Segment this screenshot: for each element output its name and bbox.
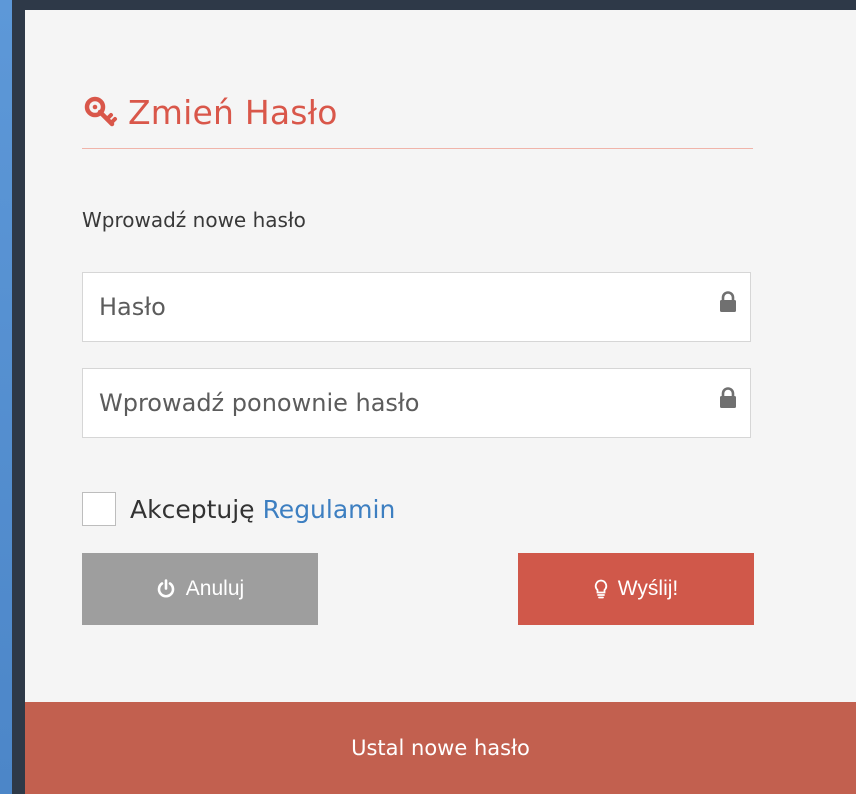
lightbulb-icon (594, 579, 607, 599)
submit-button[interactable]: Wyślij! (518, 553, 754, 625)
password-confirm-field[interactable] (82, 368, 751, 438)
accept-terms-checkbox[interactable] (82, 492, 116, 526)
password-confirm-input[interactable] (83, 369, 750, 437)
power-icon (157, 579, 175, 598)
cancel-button-label: Anuluj (185, 577, 245, 600)
password-input[interactable] (83, 273, 750, 341)
footer-bar[interactable]: Ustal nowe hasło (25, 702, 856, 794)
accept-terms-row: Akceptuję Regulamin (82, 492, 395, 526)
cancel-button[interactable]: Anuluj (82, 553, 318, 625)
title-divider (82, 148, 753, 149)
lock-icon (720, 291, 736, 313)
lock-icon (720, 387, 736, 409)
accept-terms-label: Akceptuję (130, 494, 255, 524)
new-password-prompt: Wprowadź nowe hasło (82, 208, 306, 232)
terms-link[interactable]: Regulamin (263, 495, 396, 524)
form-header: Zmień Hasło (82, 92, 338, 132)
key-icon (82, 92, 122, 132)
background-strip (0, 0, 12, 794)
page-title: Zmień Hasło (128, 92, 338, 132)
submit-button-label: Wyślij! (617, 577, 679, 600)
password-field[interactable] (82, 272, 751, 342)
footer-label: Ustal nowe hasło (351, 736, 530, 760)
